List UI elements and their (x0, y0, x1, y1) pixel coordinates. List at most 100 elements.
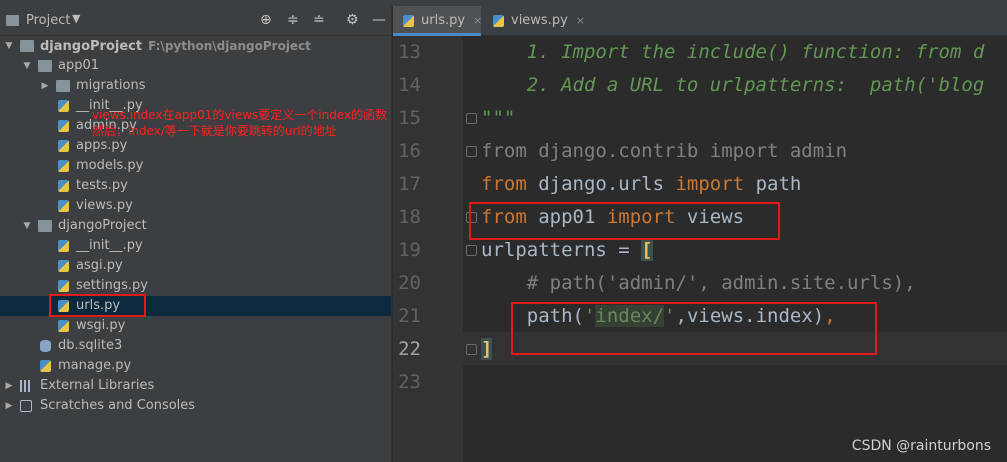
folder-icon (38, 60, 52, 72)
tree-item-label: apps.py (76, 138, 128, 153)
close-icon[interactable]: × (576, 14, 585, 27)
line-number: 15 (398, 107, 421, 129)
line-number: 21 (398, 305, 421, 327)
chevron-right-icon[interactable]: ▶ (40, 76, 50, 96)
line-number: 13 (398, 41, 421, 63)
tree-item-scratches[interactable]: ▶ Scratches and Consoles (0, 396, 391, 416)
fold-marker-icon[interactable] (466, 113, 477, 124)
project-panel: Project ▼ ⊕ ≑ ≐ ⚙ — ▼ djangoProject F:\py… (0, 6, 391, 462)
scratches-icon (20, 400, 32, 412)
tree-item-djangoproject-package[interactable]: ▼ djangoProject (0, 216, 391, 236)
hide-icon[interactable]: — (372, 12, 386, 28)
fold-marker-icon[interactable] (466, 344, 477, 355)
tree-item-label: app01 (58, 58, 100, 73)
chevron-down-icon[interactable]: ▼ (22, 56, 32, 76)
close-icon[interactable]: × (473, 14, 482, 27)
project-path: F:\python\djangoProject (148, 39, 311, 53)
locate-icon[interactable]: ⊕ (260, 12, 272, 28)
tree-item-file[interactable]: settings.py (0, 276, 391, 296)
tree-item-file[interactable]: asgi.py (0, 256, 391, 276)
folder-icon (38, 220, 52, 232)
highlight-box-path (511, 302, 877, 355)
python-file-icon (40, 360, 51, 372)
python-file-icon (58, 200, 69, 212)
database-icon (40, 340, 51, 352)
tree-item-label: djangoProject (40, 39, 143, 54)
code-line-16: from django.contrib import admin (481, 140, 848, 162)
gear-icon[interactable]: ⚙ (346, 12, 359, 28)
tab-label: views.py (511, 13, 568, 28)
python-file-icon (58, 320, 69, 332)
line-number: 23 (398, 371, 421, 393)
tree-item-label: migrations (76, 78, 146, 93)
expand-all-icon[interactable]: ≑ (287, 12, 299, 28)
highlight-box-import (469, 202, 780, 240)
tree-item-djangoproject-root[interactable]: ▼ djangoProject F:\python\djangoProject (0, 36, 391, 56)
tree-item-label: External Libraries (40, 378, 155, 393)
tree-item-label: manage.py (58, 358, 132, 373)
annotation-line-2: 然后，index/等一下就是你要跳转的url的地址 (92, 124, 337, 138)
tree-item-file[interactable]: tests.py (0, 176, 391, 196)
line-number: 18 (398, 206, 421, 228)
python-file-icon (58, 120, 69, 132)
tree-item-label: db.sqlite3 (58, 338, 123, 353)
code-line-13: 1. Import the include() function: from d (481, 41, 985, 63)
tree-item-label: wsgi.py (76, 318, 126, 333)
tree-item-file[interactable]: wsgi.py (0, 316, 391, 336)
line-number: 14 (398, 74, 421, 96)
project-view-selector[interactable]: Project (26, 13, 70, 28)
code-line-15: """ (481, 107, 516, 129)
tree-item-file[interactable]: views.py (0, 196, 391, 216)
folder-icon (56, 80, 70, 92)
tree-item-app01[interactable]: ▼ app01 (0, 56, 391, 76)
tab-urls-py[interactable]: urls.py × (393, 6, 482, 36)
annotation-line-1: views.index在app01的views要定义一个index的函数 (92, 108, 388, 122)
code-line-17: from django.urls import path (481, 173, 802, 195)
folder-icon (20, 40, 34, 52)
tree-item-file[interactable]: apps.py (0, 136, 391, 156)
chevron-down-icon[interactable]: ▼ (22, 216, 32, 236)
tree-item-label: __init__.py (76, 238, 143, 253)
python-file-icon (58, 240, 69, 252)
line-number: 16 (398, 140, 421, 162)
fold-marker-icon[interactable] (466, 146, 477, 157)
python-file-icon (58, 280, 69, 292)
chevron-right-icon[interactable]: ▶ (4, 376, 14, 396)
chevron-right-icon[interactable]: ▶ (4, 396, 14, 416)
tree-item-label: models.py (76, 158, 144, 173)
tab-views-py[interactable]: views.py × (483, 6, 585, 36)
tree-item-file[interactable]: db.sqlite3 (0, 336, 391, 356)
python-file-icon (403, 15, 414, 27)
highlight-box-urls (49, 294, 146, 317)
tree-item-file[interactable]: __init__.py (0, 236, 391, 256)
python-file-icon (58, 140, 69, 152)
line-number: 17 (398, 173, 421, 195)
line-number: 20 (398, 272, 421, 294)
code-line-14: 2. Add a URL to urlpatterns: path('blog (481, 74, 985, 96)
tree-item-external-libraries[interactable]: ▶ External Libraries (0, 376, 391, 396)
project-view-icon (6, 15, 19, 26)
tree-item-label: djangoProject (58, 218, 147, 233)
collapse-all-icon[interactable]: ≐ (313, 12, 325, 28)
python-file-icon (58, 260, 69, 272)
python-file-icon (493, 15, 504, 27)
tree-item-migrations[interactable]: ▶ migrations (0, 76, 391, 96)
python-file-icon (58, 180, 69, 192)
tab-label: urls.py (421, 13, 466, 28)
python-file-icon (58, 100, 69, 112)
tree-item-label: tests.py (76, 178, 128, 193)
chevron-down-icon[interactable]: ▼ (72, 12, 80, 25)
tree-item-label: settings.py (76, 278, 148, 293)
editor-tabs: urls.py × views.py × (393, 6, 1007, 36)
tree-item-file[interactable]: models.py (0, 156, 391, 176)
chevron-down-icon[interactable]: ▼ (4, 36, 14, 56)
line-number: 19 (398, 239, 421, 261)
line-number-current: 22 (398, 338, 421, 360)
fold-marker-icon[interactable] (466, 245, 477, 256)
library-icon (20, 380, 32, 392)
tree-item-label: asgi.py (76, 258, 123, 273)
tree-item-file[interactable]: manage.py (0, 356, 391, 376)
code-line-20: # path('admin/', admin.site.urls), (481, 272, 916, 294)
watermark: CSDN @rainturbons (851, 438, 991, 454)
tree-item-label: views.py (76, 198, 133, 213)
